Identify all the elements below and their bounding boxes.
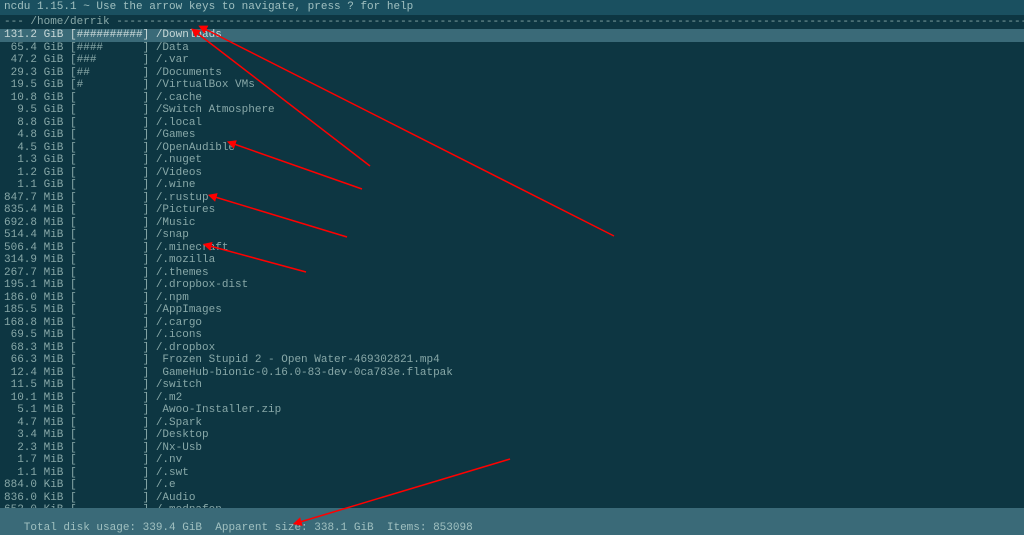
list-item[interactable]: 68.3 MiB [ ] /.dropbox [0,342,1024,355]
list-item[interactable]: 4.8 GiB [ ] /Games [0,129,1024,142]
list-item[interactable]: 514.4 MiB [ ] /snap [0,229,1024,242]
list-item[interactable]: 847.7 MiB [ ] /.rustup [0,192,1024,205]
footer-text: Total disk usage: 339.4 GiB Apparent siz… [17,522,472,534]
list-item[interactable]: 11.5 MiB [ ] /switch [0,379,1024,392]
list-item[interactable]: 10.8 GiB [ ] /.cache [0,92,1024,105]
list-item[interactable]: 131.2 GiB [##########] /Downloads [0,29,1024,42]
list-item[interactable]: 19.5 GiB [# ] /VirtualBox VMs [0,79,1024,92]
list-item[interactable]: 267.7 MiB [ ] /.themes [0,267,1024,280]
file-list[interactable]: 131.2 GiB [##########] /Downloads 65.4 G… [0,29,1024,529]
list-item[interactable]: 168.8 MiB [ ] /.cargo [0,317,1024,330]
list-item[interactable]: 884.0 KiB [ ] /.e [0,479,1024,492]
list-item[interactable]: 69.5 MiB [ ] /.icons [0,329,1024,342]
list-item[interactable]: 1.1 MiB [ ] /.swt [0,467,1024,480]
list-item[interactable]: 65.4 GiB [#### ] /Data [0,42,1024,55]
list-item[interactable]: 835.4 MiB [ ] /Pictures [0,204,1024,217]
list-item[interactable]: 8.8 GiB [ ] /.local [0,117,1024,130]
list-item[interactable]: 185.5 MiB [ ] /AppImages [0,304,1024,317]
list-item[interactable]: 195.1 MiB [ ] /.dropbox-dist [0,279,1024,292]
list-item[interactable]: 3.4 MiB [ ] /Desktop [0,429,1024,442]
list-item[interactable]: 4.7 MiB [ ] /.Spark [0,417,1024,430]
list-item[interactable]: 1.2 GiB [ ] /Videos [0,167,1024,180]
list-item[interactable]: 2.3 MiB [ ] /Nx-Usb [0,442,1024,455]
footer-bar: Total disk usage: 339.4 GiB Apparent siz… [0,508,1024,535]
list-item[interactable]: 10.1 MiB [ ] /.m2 [0,392,1024,405]
path-bar: --- /home/derrik -----------------------… [0,15,1024,30]
list-item[interactable]: 836.0 KiB [ ] /Audio [0,492,1024,505]
list-item[interactable]: 186.0 MiB [ ] /.npm [0,292,1024,305]
list-item[interactable]: 1.1 GiB [ ] /.wine [0,179,1024,192]
list-item[interactable]: 692.8 MiB [ ] /Music [0,217,1024,230]
header-bar: ncdu 1.15.1 ~ Use the arrow keys to navi… [0,0,1024,15]
list-item[interactable]: 5.1 MiB [ ] Awoo-Installer.zip [0,404,1024,417]
list-item[interactable]: 506.4 MiB [ ] /.minecraft [0,242,1024,255]
header-text: ncdu 1.15.1 ~ Use the arrow keys to navi… [4,1,413,13]
list-item[interactable]: 314.9 MiB [ ] /.mozilla [0,254,1024,267]
list-item[interactable]: 12.4 MiB [ ] GameHub-bionic-0.16.0-83-de… [0,367,1024,380]
list-item[interactable]: 9.5 GiB [ ] /Switch Atmosphere [0,104,1024,117]
list-item[interactable]: 66.3 MiB [ ] Frozen Stupid 2 - Open Wate… [0,354,1024,367]
list-item[interactable]: 29.3 GiB [## ] /Documents [0,67,1024,80]
list-item[interactable]: 1.3 GiB [ ] /.nuget [0,154,1024,167]
list-item[interactable]: 4.5 GiB [ ] /OpenAudible [0,142,1024,155]
list-item[interactable]: 1.7 MiB [ ] /.nv [0,454,1024,467]
list-item[interactable]: 47.2 GiB [### ] /.var [0,54,1024,67]
